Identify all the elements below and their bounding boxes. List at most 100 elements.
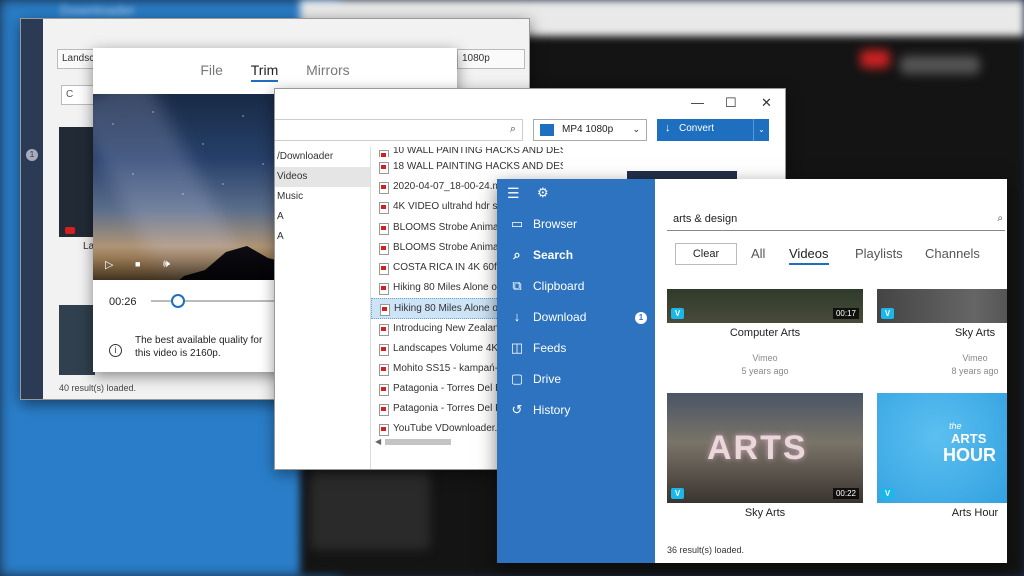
filter-playlists[interactable]: Playlists xyxy=(855,246,903,261)
format-select[interactable]: MP4 1080p ⌄ xyxy=(533,119,647,141)
download-count-badge: 1 xyxy=(635,312,647,324)
folder-nav: /Downloader Videos Music A A xyxy=(275,147,371,469)
trim-slider-handle[interactable] xyxy=(171,294,185,308)
feeds-icon: ◫ xyxy=(510,340,524,355)
search-icon: ⌕ xyxy=(513,247,521,262)
horizontal-scrollbar[interactable]: ◀ xyxy=(375,437,471,447)
sidebar-item-label: Browser xyxy=(533,217,578,231)
options-status: 40 result(s) loaded. xyxy=(59,383,137,393)
video-preview[interactable]: ▷ ■ 🕪 xyxy=(93,94,275,280)
converter-search-input[interactable]: ⌕ xyxy=(275,119,523,141)
result-thumbnail[interactable]: V xyxy=(877,289,1007,323)
search-icon[interactable]: ⌕ xyxy=(997,213,1003,224)
sidebar-item-search[interactable]: ⌕ Search xyxy=(497,240,655,271)
result-age: 8 years ago xyxy=(951,366,999,376)
filter-channels[interactable]: Channels xyxy=(925,246,980,261)
arts-hour-arts: ARTS xyxy=(951,431,987,446)
quality-info-text: The best available quality for this vide… xyxy=(135,335,263,359)
browser-icon: ▭ xyxy=(510,216,524,231)
sidebar-item-label: Search xyxy=(533,248,574,262)
close-button[interactable]: ✕ xyxy=(761,95,772,111)
options-side-strip: 1 xyxy=(21,19,43,399)
background-title: Downloader xyxy=(60,2,135,18)
app-window: ☰ ⚙ ▭ Browser ⌕ Search ⧉ Clipboard ↓ Dow… xyxy=(497,179,1007,563)
settings-icon[interactable]: ⚙ xyxy=(537,185,549,201)
result-card[interactable]: V 00:17 Computer Arts Vimeo 5 years ago xyxy=(667,289,863,376)
sidebar-item-label: History xyxy=(533,403,571,417)
tab-trim[interactable]: Trim xyxy=(250,62,279,82)
menu-icon[interactable]: ☰ xyxy=(507,185,520,202)
sidebar-item-label: Drive xyxy=(533,372,562,386)
options-strip-badge: 1 xyxy=(26,149,38,161)
sidebar-item-browser[interactable]: ▭ Browser xyxy=(497,209,655,240)
sidebar-item-label: Feeds xyxy=(533,341,567,355)
results-status: 36 result(s) loaded. xyxy=(667,545,745,555)
sidebar-item-history[interactable]: ↺ History xyxy=(497,395,655,426)
folder-item[interactable]: A xyxy=(275,207,370,227)
download-icon: ↓ xyxy=(513,309,521,324)
vimeo-icon: V xyxy=(881,488,894,499)
scrollbar-thumb[interactable] xyxy=(385,439,451,445)
result-title: Arts Hour xyxy=(951,507,999,519)
filter-all[interactable]: All xyxy=(751,246,765,261)
result-title: Computer Arts xyxy=(729,327,801,339)
arts-thumb-text: ARTS xyxy=(707,429,808,467)
convert-dropdown-icon[interactable]: ⌄ xyxy=(753,119,769,141)
convert-button[interactable]: ↓ Convert ⌄ xyxy=(657,119,769,141)
arts-hour-hour: HOUR xyxy=(943,445,996,465)
search-input[interactable]: arts & design ⌕ xyxy=(667,207,1005,231)
convert-label: Convert xyxy=(679,123,715,134)
file-row[interactable]: 18 WALL PAINTING HACKS AND DESIGN I xyxy=(371,157,563,177)
trim-time: 00:26 xyxy=(109,296,137,308)
vimeo-icon: V xyxy=(671,488,684,499)
file-row[interactable]: 10 WALL PAINTING HACKS AND DESIGN I xyxy=(371,147,563,157)
sidebar-item-drive[interactable]: ▢ Drive xyxy=(497,364,655,395)
search-input-value: arts & design xyxy=(673,213,738,225)
result-source: Vimeo xyxy=(752,353,778,363)
folder-item[interactable]: /Downloader xyxy=(275,147,370,167)
format-value: MP4 1080p xyxy=(562,124,614,135)
arts-hour-the: the xyxy=(949,421,962,431)
filter-videos[interactable]: Videos xyxy=(789,246,829,265)
folder-item[interactable]: Music xyxy=(275,187,370,207)
folder-item[interactable]: A xyxy=(275,227,370,247)
trim-slider-track[interactable] xyxy=(151,300,275,302)
result-card[interactable]: V Sky Arts Vimeo 8 years ago xyxy=(877,289,1007,376)
video-controls: ▷ ■ 🕪 xyxy=(93,246,275,280)
options-thumbnail-2[interactable] xyxy=(59,305,95,375)
stop-icon[interactable]: ■ xyxy=(135,259,140,269)
result-thumbnail[interactable]: ARTS V 00:22 xyxy=(667,393,863,503)
result-thumbnail[interactable]: V 00:17 xyxy=(667,289,863,323)
play-icon[interactable]: ▷ xyxy=(105,258,113,271)
background-red-blob xyxy=(860,50,890,68)
download-arrow-icon: ↓ xyxy=(665,122,671,134)
clear-button[interactable]: Clear xyxy=(675,243,737,265)
sidebar-item-label: Clipboard xyxy=(533,279,585,293)
duration-badge: 00:17 xyxy=(832,308,859,319)
clipboard-icon: ⧉ xyxy=(512,278,522,293)
sidebar-item-feeds[interactable]: ◫ Feeds xyxy=(497,333,655,364)
folder-icon: ▢ xyxy=(510,371,524,386)
sidebar-item-download[interactable]: ↓ Download 1 xyxy=(497,302,655,333)
vimeo-icon: V xyxy=(881,308,894,319)
result-card[interactable]: ARTS V 00:22 Sky Arts xyxy=(667,393,863,519)
sidebar-item-clipboard[interactable]: ⧉ Clipboard xyxy=(497,271,655,302)
search-icon: ⌕ xyxy=(509,123,516,135)
scroll-left-icon[interactable]: ◀ xyxy=(375,437,381,446)
minimize-button[interactable]: — xyxy=(691,95,704,110)
maximize-button[interactable]: ☐ xyxy=(725,95,737,111)
preview-thumbnail xyxy=(627,171,737,179)
folder-item[interactable]: Videos xyxy=(275,167,370,187)
info-icon: i xyxy=(109,344,122,357)
tab-file[interactable]: File xyxy=(200,62,223,80)
result-age: 5 years ago xyxy=(741,366,789,376)
tab-mirrors[interactable]: Mirrors xyxy=(306,62,350,80)
quality-combo[interactable]: 1080p xyxy=(457,49,525,69)
volume-icon[interactable]: 🕪 xyxy=(163,258,170,271)
options-thumbnail[interactable] xyxy=(59,127,95,237)
result-thumbnail[interactable]: the ARTS HOUR V xyxy=(877,393,1007,503)
background-grey-blob xyxy=(900,56,980,74)
vimeo-icon: V xyxy=(671,308,684,319)
result-card[interactable]: the ARTS HOUR V Arts Hour xyxy=(877,393,1007,519)
sidebar: ☰ ⚙ ▭ Browser ⌕ Search ⧉ Clipboard ↓ Dow… xyxy=(497,179,655,563)
